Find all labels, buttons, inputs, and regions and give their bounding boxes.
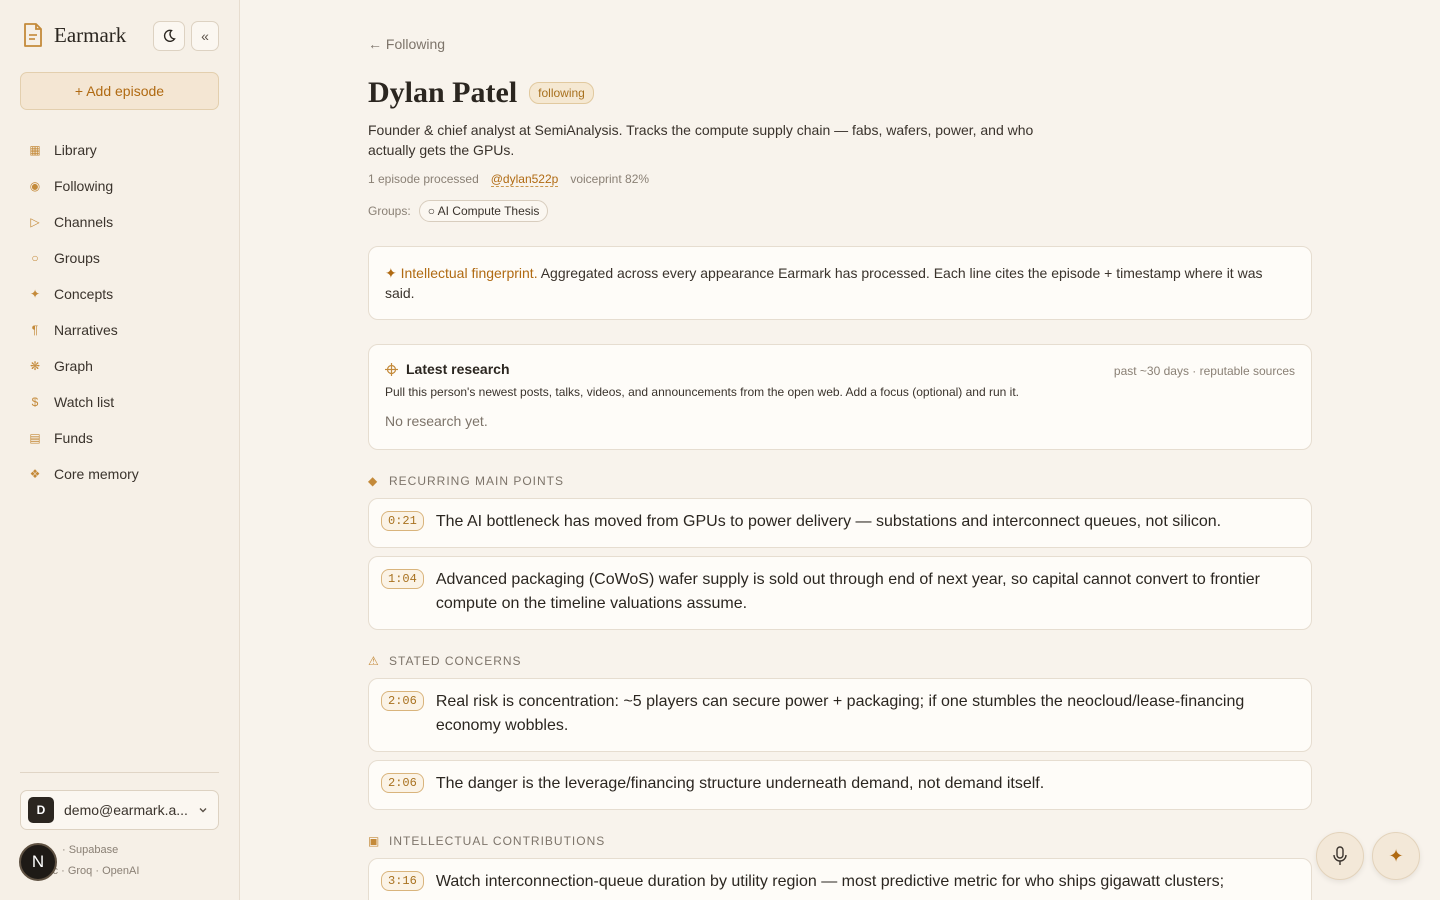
sparkle-icon: ✦	[29, 287, 41, 301]
sidebar-nav: ▦ Library ◉ Following ▷ Channels ○ Groups ✦ Conce…	[20, 132, 219, 492]
sidebar-item-label: Graph	[54, 358, 93, 374]
sidebar-item-funds[interactable]: ▤ Funds	[20, 420, 219, 456]
sidebar-item-concepts[interactable]: ✦ Concepts	[20, 276, 219, 312]
page-title: Dylan Patel	[368, 76, 518, 109]
person-bio: Founder & chief analyst at SemiAnalysis.…	[368, 122, 1034, 158]
list-item: 2:06 The danger is the leverage/financin…	[368, 760, 1312, 810]
sidebar-item-label: Narratives	[54, 322, 118, 338]
timestamp-button[interactable]: 2:06	[381, 691, 424, 711]
sparkle-icon: ✦	[1388, 845, 1404, 866]
asterisk-icon: ❋	[29, 359, 41, 373]
timestamp-button[interactable]: 3:16	[381, 871, 424, 891]
sidebar: Earmark « + Add episode ▦ Library ◉ Followi…	[0, 0, 240, 900]
sidebar-item-label: Channels	[54, 214, 114, 230]
voiceprint-score: voiceprint 82%	[570, 172, 650, 186]
point-text: The AI bottleneck has moved from GPUs to…	[435, 513, 1222, 530]
sidebar-divider	[20, 772, 219, 773]
sidebar-item-label: Library	[54, 142, 97, 158]
diamond-cluster-icon: ❖	[29, 467, 41, 481]
timestamp-button[interactable]: 2:06	[381, 773, 424, 793]
assistant-button[interactable]: ✦	[1372, 832, 1420, 880]
research-scope: past ~30 days · reputable sources	[1113, 364, 1295, 378]
back-link[interactable]: ← Following	[368, 36, 445, 52]
footer-providers-2: pic · Groq · OpenAI	[44, 865, 140, 877]
avatar: D	[28, 797, 54, 823]
fingerprint-label: ✦ Intellectual fingerprint.	[385, 265, 538, 281]
microphone-button[interactable]	[1316, 832, 1364, 880]
section-title: INTELLECTUAL CONTRIBUTIONS	[389, 834, 606, 848]
section-title: STATED CONCERNS	[389, 654, 522, 668]
section-title: RECURRING MAIN POINTS	[389, 474, 565, 488]
status-badge[interactable]: following	[529, 82, 594, 104]
person-meta: 1 episode processed @dylan522p voiceprin…	[368, 172, 649, 187]
episodes-count: 1 episode processed	[368, 172, 479, 186]
research-card: Latest research past ~30 days · reputabl…	[368, 344, 1312, 450]
sidebar-item-graph[interactable]: ❋ Graph	[20, 348, 219, 384]
sidebar-item-narratives[interactable]: ¶ Narratives	[20, 312, 219, 348]
sidebar-item-label: Concepts	[54, 286, 114, 302]
handle-link[interactable]: @dylan522p	[490, 172, 559, 187]
document-icon	[24, 23, 42, 47]
brand-name: Earmark	[54, 22, 127, 47]
group-tag[interactable]: ○ AI Compute Thesis	[418, 200, 549, 222]
ledger-icon: ▤	[29, 431, 41, 445]
sidebar-item-library[interactable]: ▦ Library	[20, 132, 219, 168]
target-icon: ◉	[29, 179, 41, 193]
groups-row: Groups: ○ AI Compute Thesis	[368, 200, 549, 222]
sidebar-item-core-memory[interactable]: ❖ Core memory	[20, 456, 219, 492]
timestamp-button[interactable]: 1:04	[381, 569, 424, 589]
sidebar-item-label: Groups	[54, 250, 100, 266]
dollar-icon: $	[31, 395, 39, 409]
sidebar-item-label: Following	[54, 178, 114, 194]
collapse-sidebar-button[interactable]: «	[191, 21, 219, 51]
brand[interactable]: Earmark	[22, 22, 126, 48]
section-concerns-header: ⚠ STATED CONCERNS	[368, 654, 522, 668]
grid-icon: ▦	[29, 143, 41, 157]
timestamp-button[interactable]: 0:21	[381, 511, 424, 531]
point-text: The danger is the leverage/financing str…	[435, 775, 1045, 792]
microphone-icon	[1333, 846, 1347, 865]
double-chevron-left-icon: «	[201, 28, 209, 44]
list-item: 2:06 Real risk is concentration: ~5 play…	[368, 678, 1312, 752]
sidebar-item-channels[interactable]: ▷ Channels	[20, 204, 219, 240]
chevron-down-icon	[199, 808, 207, 813]
dev-badge[interactable]: N	[19, 843, 57, 881]
square-icon: ▣	[368, 834, 381, 848]
point-text: Watch interconnection-queue duration by …	[435, 873, 1225, 890]
sidebar-item-following[interactable]: ◉ Following	[20, 168, 219, 204]
pilcrow-icon: ¶	[31, 323, 39, 337]
account-email: demo@earmark.a...	[64, 802, 188, 818]
title-row: Dylan Patel following	[368, 76, 594, 110]
section-recurring-header: ◆ RECURRING MAIN POINTS	[368, 474, 564, 488]
sidebar-item-label: Core memory	[54, 466, 139, 482]
footer-providers-1: · Supabase	[62, 844, 119, 856]
diamond-icon: ◆	[368, 474, 379, 488]
sidebar-item-label: Watch list	[54, 394, 115, 410]
add-episode-button[interactable]: + Add episode	[20, 72, 219, 110]
play-icon: ▷	[30, 215, 40, 229]
list-item: 1:04 Advanced packaging (CoWoS) wafer su…	[368, 556, 1312, 630]
section-contributions-header: ▣ INTELLECTUAL CONTRIBUTIONS	[368, 834, 605, 848]
account-switcher[interactable]: D demo@earmark.a...	[20, 790, 219, 830]
point-text: Advanced packaging (CoWoS) wafer supply …	[435, 571, 1260, 612]
sidebar-item-label: Funds	[54, 430, 93, 446]
research-title: Latest research	[406, 361, 510, 377]
theme-toggle-button[interactable]	[153, 21, 185, 51]
point-text: Real risk is concentration: ~5 players c…	[435, 693, 1245, 734]
circle-icon: ○	[31, 251, 39, 265]
sidebar-item-groups[interactable]: ○ Groups	[20, 240, 219, 276]
moon-icon	[163, 29, 176, 42]
research-description: Pull this person's newest posts, talks, …	[385, 385, 1019, 399]
warning-icon: ⚠	[368, 654, 380, 668]
list-item: 3:16 Watch interconnection-queue duratio…	[368, 858, 1312, 900]
fingerprint-card: ✦ Intellectual fingerprint. Aggregated a…	[368, 246, 1312, 320]
crosshair-icon	[385, 362, 398, 376]
sidebar-item-watch-list[interactable]: $ Watch list	[20, 384, 219, 420]
groups-label: Groups:	[368, 204, 411, 218]
list-item: 0:21 The AI bottleneck has moved from GP…	[368, 498, 1312, 548]
research-empty-state: No research yet.	[385, 413, 488, 429]
